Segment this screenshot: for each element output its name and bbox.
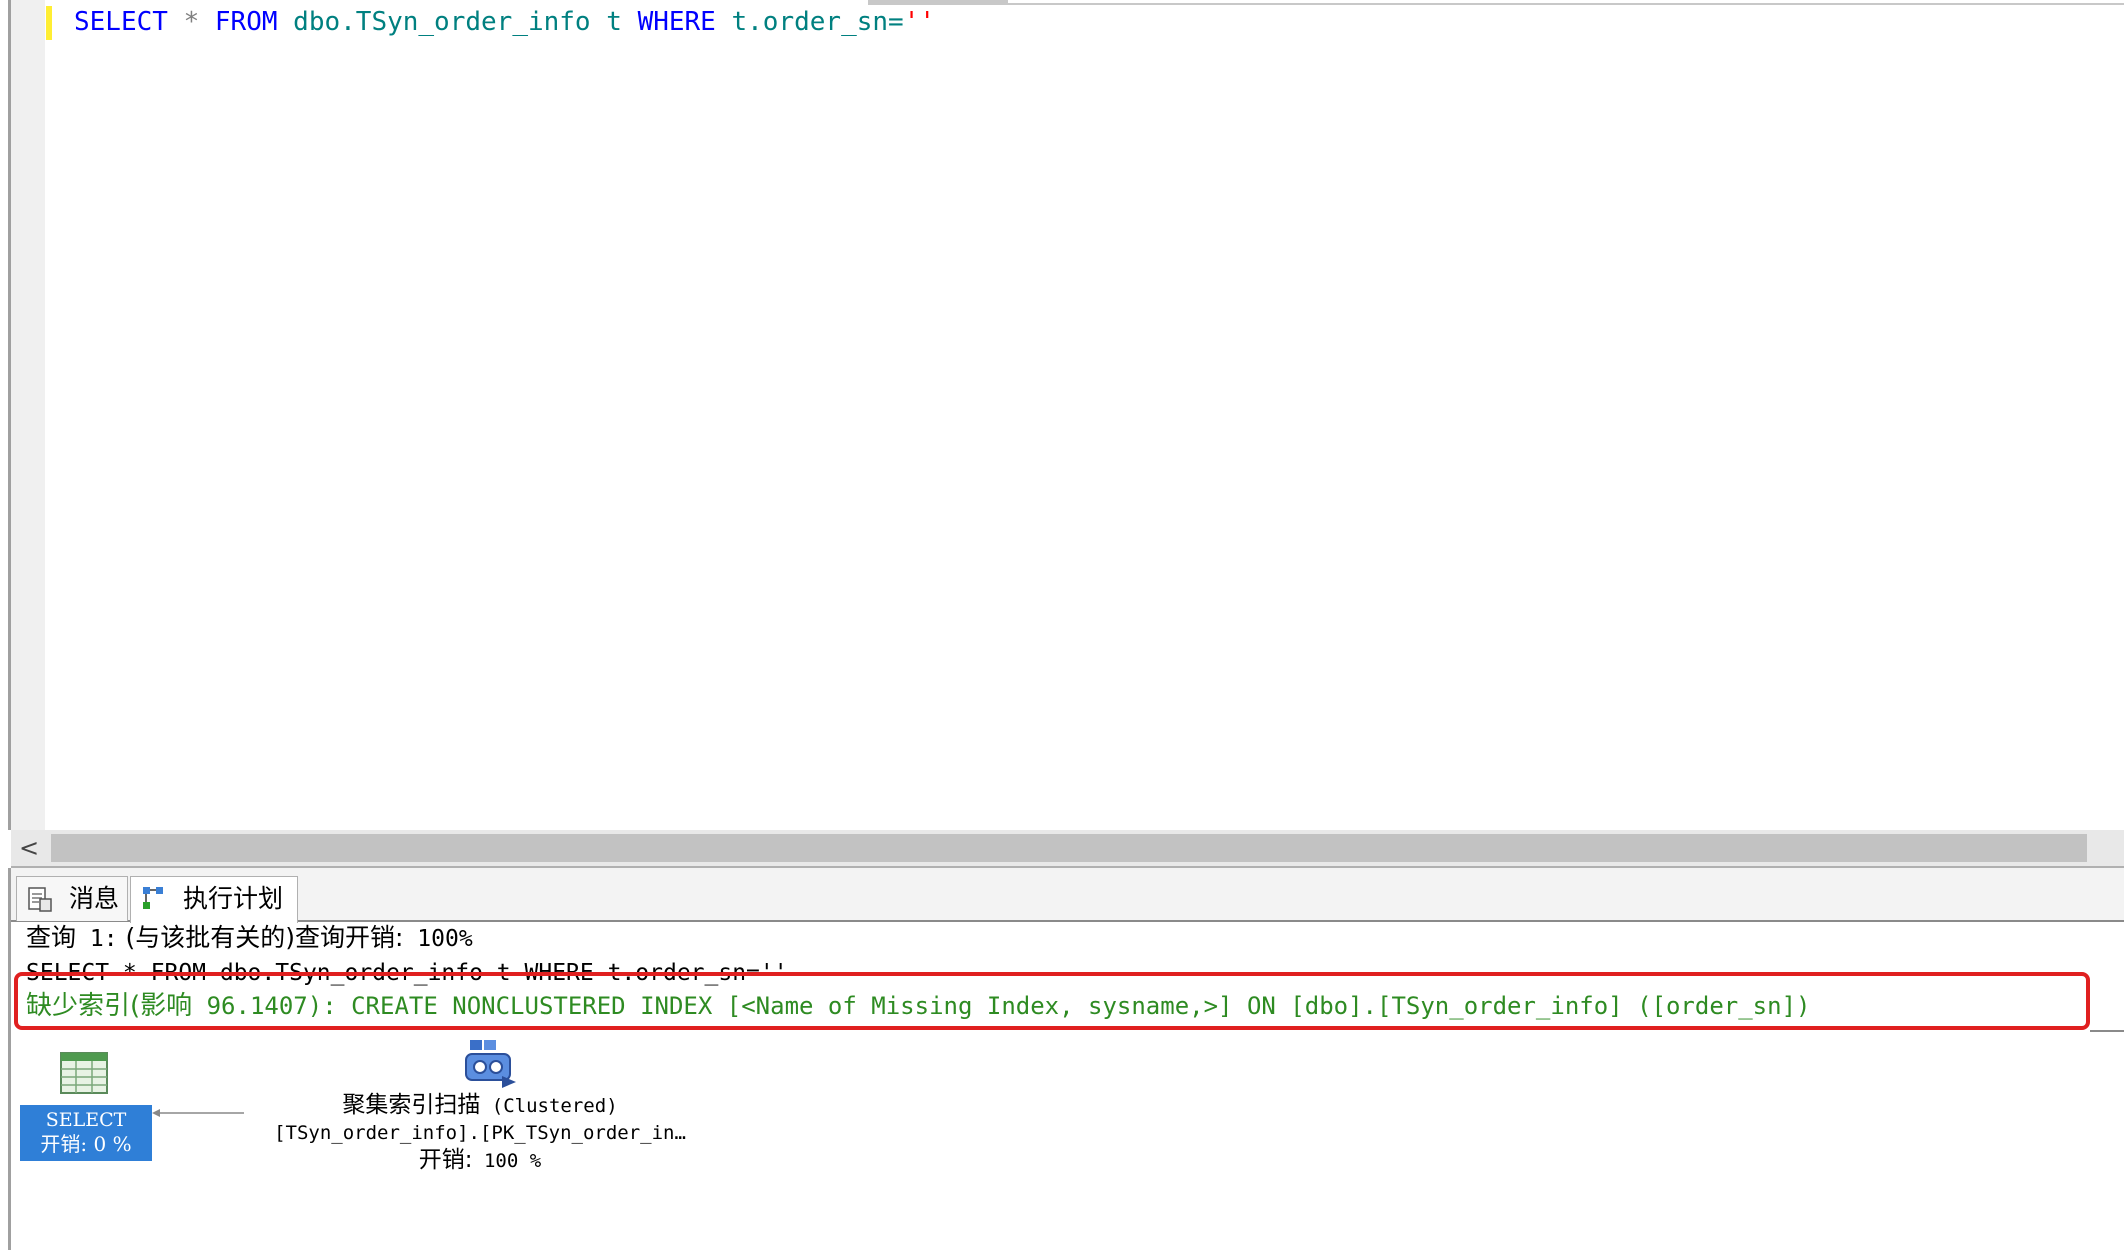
table-alias: t bbox=[606, 7, 622, 37]
select-node-cost: 开销: 0 % bbox=[40, 1132, 132, 1156]
select-result-icon bbox=[60, 1052, 108, 1094]
where-column: t.order_sn= bbox=[731, 7, 904, 37]
select-node-name: SELECT bbox=[45, 1109, 127, 1131]
tab-execution-plan[interactable]: 执行计划 bbox=[130, 876, 298, 923]
keyword-select: SELECT bbox=[74, 7, 168, 37]
scan-node-cost-value: 100 % bbox=[472, 1150, 542, 1172]
code-line[interactable]: SELECT * FROM dbo.TSyn_order_info t WHER… bbox=[74, 7, 935, 37]
scan-node-object: [TSyn_order_info].[PK_TSyn_order_in… bbox=[274, 1122, 686, 1144]
scan-node-label[interactable]: 聚集索引扫描 (Clustered) [TSyn_order_info].[PK… bbox=[230, 1092, 730, 1175]
scroll-left-arrow-icon[interactable]: < bbox=[11, 830, 47, 866]
table-name: dbo.TSyn_order_info bbox=[293, 7, 591, 37]
tab-messages-label: 消息 bbox=[69, 884, 120, 913]
scan-node-type: (Clustered) bbox=[480, 1095, 618, 1117]
keyword-from: FROM bbox=[214, 7, 278, 37]
tab-execution-plan-label: 执行计划 bbox=[183, 884, 284, 913]
editor-top-line bbox=[1008, 3, 2124, 5]
query-cost-text: (与该批有关的)查询开销: bbox=[117, 923, 404, 952]
horizontal-scrollbar[interactable]: < bbox=[11, 830, 2124, 866]
tab-messages[interactable]: 消息 bbox=[16, 876, 128, 921]
change-marker bbox=[46, 6, 52, 40]
query-cost-value: 100% bbox=[403, 926, 473, 952]
keyword-where: WHERE bbox=[637, 7, 716, 37]
editor-gutter bbox=[11, 0, 45, 830]
execution-plan-icon bbox=[143, 887, 163, 909]
message-icon bbox=[28, 887, 52, 912]
query-editor[interactable] bbox=[0, 0, 2124, 830]
scan-node-cost-label: 开销: bbox=[418, 1147, 473, 1173]
plan-divider bbox=[2090, 1030, 2124, 1032]
scan-node-name: 聚集索引扫描 bbox=[342, 1092, 481, 1118]
results-left-border bbox=[8, 868, 11, 1250]
select-plan-node[interactable]: SELECT 开销: 0 % bbox=[20, 1105, 152, 1161]
scrollbar-thumb[interactable] bbox=[51, 834, 2087, 862]
query-number: 1: bbox=[76, 926, 118, 952]
clustered-index-scan-icon[interactable] bbox=[462, 1036, 518, 1088]
results-tabstrip bbox=[11, 868, 2124, 920]
star-operator: * bbox=[183, 7, 200, 37]
query-cost-header: 查询 1: (与该批有关的)查询开销: 100% bbox=[26, 922, 473, 955]
string-literal: '' bbox=[903, 7, 935, 37]
highlight-annotation-box bbox=[14, 972, 2090, 1030]
editor-top-tab-edge bbox=[868, 0, 1008, 5]
query-label: 查询 bbox=[26, 923, 77, 952]
